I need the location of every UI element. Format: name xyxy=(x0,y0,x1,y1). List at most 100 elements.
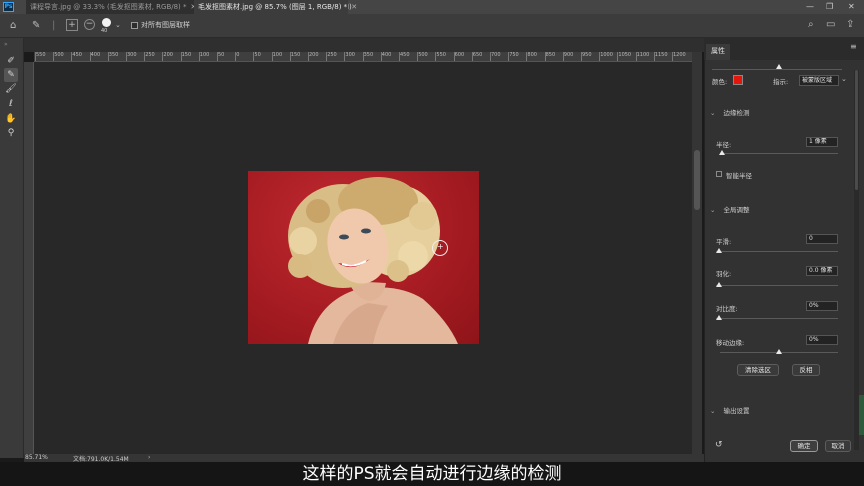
radius-label: 半径: xyxy=(716,141,732,149)
tab-course-intro[interactable]: 课程导言.jpg @ 33.3% (毛发抠图素材, RGB/8) *✕ xyxy=(26,0,201,14)
ruler-tick-label: 600 xyxy=(453,52,465,61)
ruler-tick-label: 150 xyxy=(289,52,301,61)
ruler-tick-label: 400 xyxy=(380,52,392,61)
ruler-tick-label: 50 xyxy=(253,52,261,61)
smart-radius-checkbox[interactable] xyxy=(716,171,722,177)
refine-brush-icon[interactable]: ✎ xyxy=(32,19,40,33)
ruler-tick-label: 100 xyxy=(271,52,283,61)
smooth-input[interactable]: 0 xyxy=(806,234,838,244)
subtract-mode-icon[interactable]: − xyxy=(84,19,95,30)
status-arrow-icon[interactable]: › xyxy=(148,454,150,461)
hand-tool-icon[interactable]: ✋ xyxy=(4,112,18,126)
minimize-button[interactable]: — xyxy=(806,0,814,14)
tab-label: 毛发抠图素材.jpg @ 85.7% (图层 1, RGB/8) * xyxy=(198,3,348,11)
invert-button[interactable]: 反相 xyxy=(792,364,820,376)
overlay-color-swatch[interactable] xyxy=(733,75,743,85)
options-bar xyxy=(0,14,864,38)
ruler-tick-label: 850 xyxy=(544,52,556,61)
ruler-tick-label: 350 xyxy=(107,52,119,61)
contrast-input[interactable]: 0% xyxy=(806,301,838,311)
chevron-down-icon[interactable]: ⌄ xyxy=(710,109,715,117)
contrast-slider-track[interactable] xyxy=(716,318,838,319)
brush-size-value: 40 xyxy=(101,28,108,34)
radius-slider-thumb[interactable] xyxy=(719,150,726,155)
reset-icon[interactable]: ↺ xyxy=(715,440,723,450)
feather-input[interactable]: 0.0 像素 xyxy=(806,266,838,276)
ruler-tick-label: 800 xyxy=(526,52,537,61)
feather-slider-thumb[interactable] xyxy=(716,282,722,287)
ruler-tick-label: 650 xyxy=(471,52,483,61)
workspace-icon[interactable]: ▭ xyxy=(826,18,835,32)
ruler-tick-label: 1000 xyxy=(599,52,613,61)
ruler-tick-label: 200 xyxy=(162,52,173,61)
section-global-refinements[interactable]: ⌄ 全局调整 xyxy=(710,204,749,214)
restore-button[interactable]: ❐ xyxy=(826,0,833,14)
zoom-level[interactable]: 85.71% xyxy=(25,454,48,461)
ruler-tick-label: 450 xyxy=(399,52,410,61)
video-subtitle: 这样的PS就会自动进行边缘的检测 xyxy=(302,464,562,484)
panel-menu-icon[interactable]: ≡ xyxy=(850,42,857,51)
top-slider-thumb[interactable] xyxy=(776,64,782,69)
cancel-button[interactable]: 取消 xyxy=(825,440,851,452)
view-select[interactable]: 被蒙版区域 xyxy=(799,75,839,86)
section-output-settings[interactable]: ⌄ 输出设置 xyxy=(710,405,749,415)
document-image[interactable] xyxy=(248,171,479,344)
section-title: 全局调整 xyxy=(723,206,750,214)
clear-selection-button[interactable]: 清除选区 xyxy=(737,364,779,376)
close-icon[interactable]: ✕ xyxy=(351,3,357,11)
feather-slider-track[interactable] xyxy=(716,285,838,286)
tab-properties[interactable]: 属性 xyxy=(706,44,730,60)
photoshop-logo[interactable]: Ps xyxy=(3,2,14,12)
ruler-tick-label: 50 xyxy=(216,52,225,61)
refine-edge-brush-icon[interactable]: ✎ xyxy=(4,68,18,82)
smooth-label: 平滑: xyxy=(716,238,732,246)
panel-scrollbar-thumb[interactable] xyxy=(855,70,858,190)
tab-label: 课程导言.jpg @ 33.3% (毛发抠图素材, RGB/8) * xyxy=(30,3,187,11)
shift-edge-slider-thumb[interactable] xyxy=(776,349,782,354)
smooth-slider-thumb[interactable] xyxy=(716,248,722,253)
shift-edge-label: 移动边缘: xyxy=(716,339,745,347)
brush-cursor xyxy=(432,240,448,256)
ruler-tick-label: 500 xyxy=(417,52,428,61)
contrast-slider-thumb[interactable] xyxy=(716,315,722,320)
chevron-down-icon[interactable]: ⌄ xyxy=(710,206,715,214)
tab-hair-material[interactable]: 毛发抠图素材.jpg @ 85.7% (图层 1, RGB/8) * ✕ xyxy=(194,0,357,14)
vertical-ruler xyxy=(24,62,34,454)
ruler-tick-label: 1100 xyxy=(635,52,650,61)
chevron-down-icon[interactable]: ⌄ xyxy=(115,18,121,32)
radius-input[interactable]: 1 像素 xyxy=(806,137,838,147)
shift-edge-input[interactable]: 0% xyxy=(806,335,838,345)
ruler-tick-label: 1150 xyxy=(653,52,668,61)
view-label: 指示: xyxy=(773,78,789,86)
ruler-tick-label: 100 xyxy=(198,52,210,61)
toolbar-collapse-icon[interactable]: » xyxy=(4,41,8,48)
brush-size-preview[interactable] xyxy=(102,18,111,27)
section-title: 边缘检测 xyxy=(723,109,750,117)
ruler-tick-label: 950 xyxy=(581,52,592,61)
top-slider-track xyxy=(712,69,842,70)
section-edge-detection[interactable]: ⌄ 边缘检测 xyxy=(710,107,749,117)
home-icon[interactable]: ⌂ xyxy=(10,19,16,33)
sample-all-layers-checkbox[interactable] xyxy=(131,22,138,29)
zoom-tool-icon[interactable]: ⚲ xyxy=(4,126,18,140)
radius-slider-track[interactable] xyxy=(720,153,838,154)
chevron-down-icon[interactable]: ⌄ xyxy=(841,75,847,83)
right-dock-strip xyxy=(859,395,864,435)
close-window-button[interactable]: ✕ xyxy=(848,0,855,14)
ruler-tick-label: 300 xyxy=(126,52,137,61)
smooth-slider-track[interactable] xyxy=(716,251,838,252)
chevron-down-icon[interactable]: ⌄ xyxy=(710,407,715,415)
share-icon[interactable]: ⇪ xyxy=(846,18,854,32)
ruler-tick-label: 350 xyxy=(362,52,374,61)
ruler-tick-label: 200 xyxy=(308,52,319,61)
add-mode-icon[interactable]: + xyxy=(66,19,78,31)
lasso-tool-icon[interactable]: ℓ xyxy=(4,97,18,111)
brush-tool-icon[interactable]: 🖌 xyxy=(4,82,18,96)
search-icon[interactable]: ⌕ xyxy=(808,18,814,32)
quick-selection-tool-icon[interactable]: ✐ xyxy=(4,54,18,68)
color-label: 颜色: xyxy=(712,78,728,86)
vertical-scrollbar[interactable] xyxy=(692,52,702,454)
scrollbar-thumb[interactable] xyxy=(694,150,700,210)
contrast-label: 对比度: xyxy=(716,305,738,313)
ok-button[interactable]: 确定 xyxy=(790,440,818,452)
